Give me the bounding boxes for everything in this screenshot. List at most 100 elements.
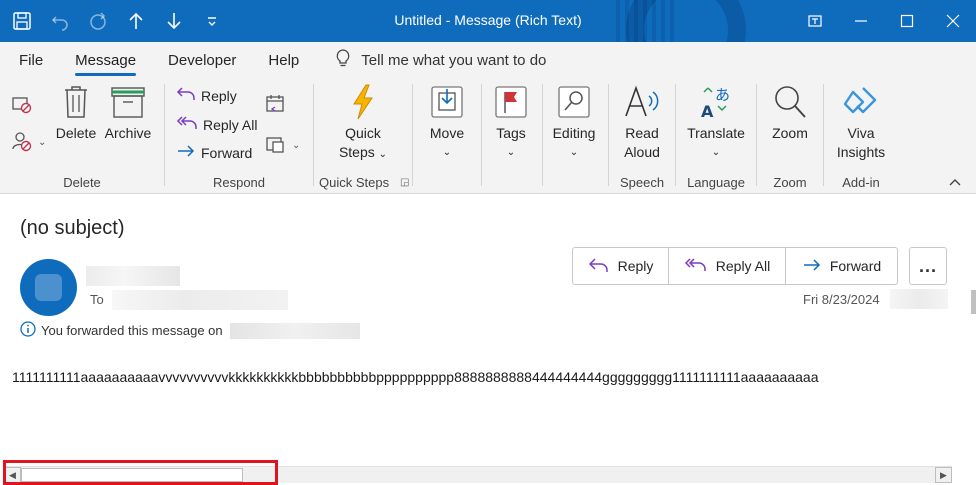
delete-label: Delete [55, 125, 97, 141]
respond-group: Reply Reply All Forward ⌄ Respond [165, 78, 313, 194]
reply-icon [176, 86, 196, 105]
vertical-scrollbar-edge[interactable] [971, 290, 976, 314]
more-actions-button[interactable]: ... [909, 247, 947, 285]
tab-message[interactable]: Message [75, 42, 136, 78]
junk-button[interactable]: ⌄ [11, 130, 46, 155]
avatar [20, 259, 77, 316]
insights-label: Insights [836, 144, 886, 160]
message-date: Fri 8/23/2024 [803, 292, 880, 307]
quick-steps-button[interactable]: Quick Steps ⌄ [328, 84, 398, 164]
chevron-down-icon: ⌄ [506, 147, 516, 158]
magnifier-icon [765, 84, 815, 120]
chevron-down-icon: ⌄ [378, 149, 388, 160]
zoom-button[interactable]: Zoom [765, 84, 815, 143]
lightbulb-icon [335, 48, 351, 72]
close-icon[interactable] [930, 0, 976, 42]
reply-all-icon [176, 115, 198, 134]
dialog-launcher-icon[interactable]: ◲ [400, 177, 409, 188]
archive-button[interactable]: Archive [101, 84, 155, 143]
forward-button-label: Forward [829, 258, 882, 274]
quick-label: Quick [345, 125, 381, 141]
translate-button[interactable]: あA Translate ⌄ [682, 84, 750, 162]
ribbon-separator [481, 84, 482, 186]
addin-group-label: Add-in [842, 175, 880, 190]
tags-label: Tags [496, 125, 526, 141]
chevron-down-icon: ⌄ [38, 137, 47, 148]
reply-button-label: Reply [617, 258, 654, 274]
junk-icon [11, 130, 33, 155]
ribbon-forward-button[interactable]: Forward [176, 143, 252, 162]
collapse-ribbon-icon[interactable] [948, 174, 962, 192]
svg-text:あ: あ [715, 86, 730, 104]
ribbon-separator [542, 84, 543, 186]
reply-label: Reply [201, 87, 237, 104]
scroll-right-arrow-icon[interactable]: ▶ [935, 467, 952, 483]
ribbon: ⌄ Delete Archive Delete Reply Reply All … [0, 78, 976, 194]
translate-icon: あA [682, 84, 750, 120]
reply-all-icon [684, 257, 708, 276]
viva-insights-button[interactable]: Viva Insights [830, 84, 892, 162]
calendar-reply-icon [265, 94, 287, 117]
menu-bar: File Message Developer Help Tell me what… [0, 42, 976, 78]
zoom-group-label: Zoom [773, 175, 807, 190]
maximize-icon[interactable] [884, 0, 930, 42]
message-actions: Reply Reply All Forward [572, 247, 898, 285]
editing-label: Editing [552, 125, 596, 141]
steps-label: Steps ⌄ [338, 144, 388, 160]
message-body[interactable]: 1111111111aaaaaaaaaavvvvvvvvvvkkkkkkkkkk… [12, 369, 954, 385]
quick-steps-group: Quick Steps ⌄ Quick Steps ◲ [314, 78, 412, 194]
lightning-icon [328, 84, 398, 120]
restore-ribbon-icon[interactable] [792, 0, 838, 42]
find-icon [548, 84, 600, 120]
forward-button[interactable]: Forward [786, 248, 897, 284]
sender-name-redacted [86, 266, 180, 286]
more-respond-icon [265, 134, 287, 157]
move-button[interactable]: Move ⌄ [420, 84, 474, 162]
info-icon [20, 321, 36, 340]
tab-file[interactable]: File [19, 42, 43, 78]
aloud-label: Aloud [624, 144, 660, 160]
window-controls [792, 0, 976, 42]
tags-button[interactable]: Tags ⌄ [485, 84, 537, 162]
tab-developer[interactable]: Developer [168, 42, 236, 78]
time-redacted [890, 289, 948, 309]
ribbon-reply-all-button[interactable]: Reply All [176, 115, 257, 134]
translate-label: Translate [687, 125, 745, 141]
speech-group: Read Aloud Speech [609, 78, 675, 194]
tell-me-label: Tell me what you want to do [361, 51, 547, 69]
ribbon-reply-button[interactable]: Reply [176, 86, 237, 105]
read-aloud-button[interactable]: Read Aloud [617, 84, 667, 162]
delete-group-label: Delete [63, 175, 101, 190]
to-label: To [90, 292, 104, 307]
reply-all-button[interactable]: Reply All [669, 248, 786, 284]
highlight-box [3, 460, 278, 485]
archive-label: Archive [104, 125, 152, 141]
forward-label: Forward [201, 144, 253, 161]
forward-icon [802, 257, 822, 276]
reply-icon [588, 257, 610, 276]
quick-steps-group-label: Quick Steps [319, 175, 390, 190]
chevron-down-icon: ⌄ [442, 147, 452, 158]
move-icon [420, 84, 474, 120]
viva-insights-icon [830, 84, 892, 120]
tab-help[interactable]: Help [268, 42, 299, 78]
chevron-down-icon: ⌄ [292, 140, 301, 151]
tell-me-search[interactable]: Tell me what you want to do [335, 48, 546, 72]
language-group: あA Translate ⌄ Language [676, 78, 756, 194]
message-subject: (no subject) [20, 217, 125, 239]
viva-label: Viva [847, 125, 875, 141]
zoom-group: Zoom Zoom [757, 78, 823, 194]
editing-button[interactable]: Editing ⌄ [548, 84, 600, 162]
addin-group: Viva Insights Add-in [824, 78, 898, 194]
reply-button[interactable]: Reply [573, 248, 669, 284]
reply-all-button-label: Reply All [715, 258, 771, 274]
meeting-button[interactable] [265, 94, 287, 117]
more-respond-button[interactable]: ⌄ [265, 134, 300, 157]
read-label: Read [625, 125, 659, 141]
delete-button[interactable]: Delete [54, 84, 98, 143]
minimize-icon[interactable] [838, 0, 884, 42]
forward-icon [176, 143, 196, 162]
ignore-button[interactable] [11, 94, 33, 117]
reply-all-label: Reply All [203, 116, 258, 133]
delete-group: ⌄ Delete Archive Delete [0, 78, 164, 194]
